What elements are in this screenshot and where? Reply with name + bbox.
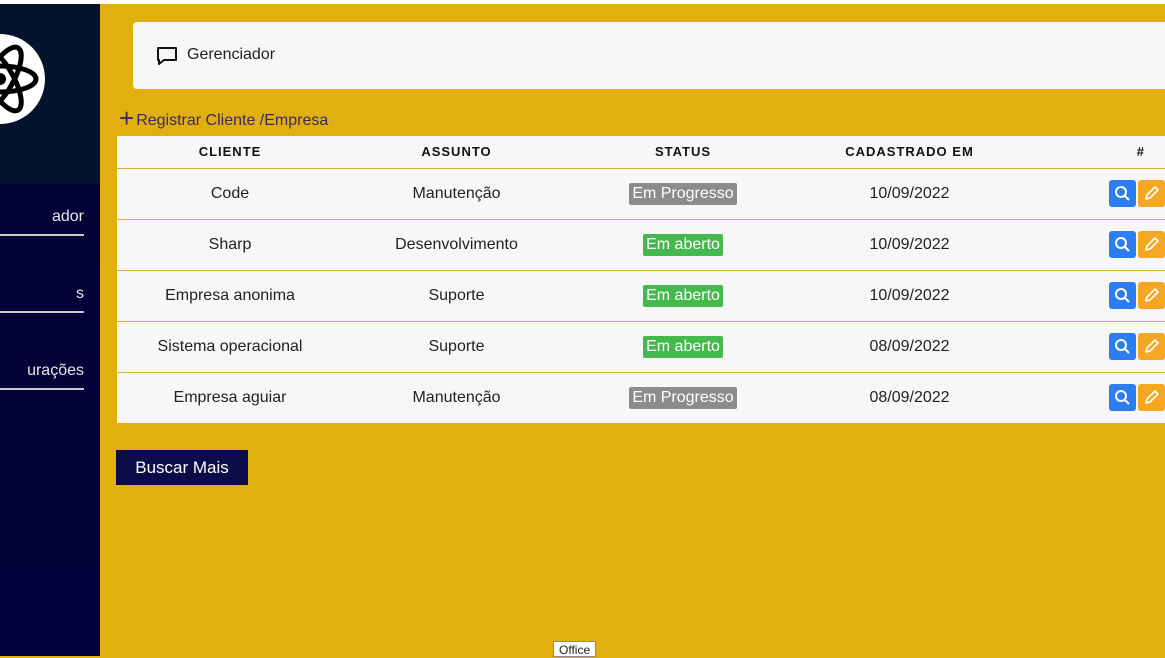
cell-cliente: Empresa anonima: [117, 270, 343, 322]
sidebar-item-label: s: [76, 285, 84, 302]
cell-cliente: Sharp: [117, 219, 343, 271]
column-header-actions: #: [1023, 136, 1165, 169]
pencil-icon: [1145, 390, 1159, 405]
sidebar-item-label: ador: [51, 208, 84, 225]
view-button[interactable]: [1109, 282, 1136, 309]
cell-status: Em aberto: [570, 219, 796, 271]
cell-cliente: Code: [117, 168, 343, 220]
status-badge: Em aberto: [643, 284, 723, 307]
sidebar: ador s urações: [0, 4, 100, 656]
column-header-cadastrado: CADASTRADO EM: [796, 136, 1023, 169]
cell-actions: [1023, 270, 1165, 322]
cell-status: Em Progresso: [570, 372, 796, 423]
search-icon: [1115, 390, 1130, 405]
table-row: Sistema operacional Suporte Em aberto 08/09…: [117, 321, 1165, 373]
tooltip: Office: [553, 641, 597, 657]
cell-assunto: Desenvolvimento: [343, 219, 570, 271]
register-client-link[interactable]: + Registrar Cliente /Empresa: [119, 105, 329, 131]
pencil-icon: [1145, 237, 1159, 251]
cell-status: Em aberto: [570, 270, 796, 322]
pencil-icon: [1145, 339, 1159, 353]
view-button[interactable]: [1109, 384, 1136, 412]
cell-cadastrado: 08/09/2022: [796, 321, 1023, 373]
cell-actions: [1023, 372, 1165, 423]
search-icon: [1115, 186, 1130, 201]
status-badge: Em Progresso: [629, 386, 737, 409]
cell-cadastrado: 10/09/2022: [796, 219, 1023, 271]
status-badge: Em aberto: [643, 335, 723, 358]
table-row: Sharp Desenvolvimento Em aberto 10/09/2022: [117, 219, 1165, 271]
load-more-button[interactable]: Buscar Mais: [116, 450, 248, 485]
cell-cadastrado: 10/09/2022: [796, 270, 1023, 322]
page-title: Gerenciador: [187, 46, 276, 63]
page-header: Gerenciador: [133, 22, 1165, 89]
edit-button[interactable]: [1138, 231, 1165, 258]
cell-assunto: Manutenção: [412, 388, 501, 406]
cell-actions: [1023, 168, 1165, 220]
table-row: Empresa anonima Suporte Em aberto 10/09/202…: [117, 270, 1165, 322]
chat-bubble-icon: [155, 44, 179, 73]
search-icon: [1115, 237, 1130, 252]
search-icon: [1115, 339, 1130, 354]
column-header-assunto: ASSUNTO: [343, 136, 570, 169]
cell-actions: [1023, 321, 1165, 373]
column-header-status: STATUS: [570, 136, 796, 169]
pencil-icon: [1145, 288, 1159, 302]
register-label: Registrar Cliente /Empresa: [136, 112, 329, 129]
cell-assunto: Manutenção: [343, 168, 570, 220]
cell-status: Em Progresso: [570, 168, 796, 220]
cell-status: Em aberto: [570, 321, 796, 373]
view-button[interactable]: [1109, 180, 1136, 207]
cell-cliente: Sistema operacional: [117, 321, 343, 373]
view-button[interactable]: [1109, 333, 1136, 360]
sidebar-item-second[interactable]: s: [0, 279, 84, 313]
sidebar-item-label: urações: [27, 362, 84, 379]
cell-actions: [1023, 219, 1165, 271]
edit-button[interactable]: [1138, 384, 1165, 412]
cell-assunto: Suporte: [343, 270, 570, 322]
cell-cliente: Empresa aguiar: [173, 388, 287, 406]
pencil-icon: [1145, 186, 1159, 200]
top-border: [0, 0, 1165, 4]
sidebar-item-configuracoes[interactable]: urações: [0, 356, 84, 390]
cell-cadastrado: 08/09/2022: [869, 388, 950, 406]
table-header-row: CLIENTE ASSUNTO STATUS CADASTRADO EM #: [117, 136, 1165, 169]
table-row: Empresa aguiar Manutenção Em Progresso 08/0…: [117, 372, 1165, 423]
sidebar-item-gerenciador[interactable]: ador: [0, 202, 84, 236]
status-badge: Em aberto: [643, 233, 723, 256]
table-row: Code Manutenção Em Progresso 10/09/2022: [117, 168, 1165, 220]
plus-icon: +: [119, 103, 135, 133]
clients-table: CLIENTE ASSUNTO STATUS CADASTRADO EM # C…: [117, 136, 1165, 423]
atom-icon[interactable]: [0, 34, 45, 124]
edit-button[interactable]: [1138, 282, 1165, 309]
column-header-cliente: CLIENTE: [117, 136, 343, 169]
edit-button[interactable]: [1138, 180, 1165, 207]
cell-assunto: Suporte: [343, 321, 570, 373]
status-badge: Em Progresso: [629, 182, 737, 205]
view-button[interactable]: [1109, 231, 1136, 258]
cell-cadastrado: 10/09/2022: [796, 168, 1023, 220]
search-icon: [1115, 288, 1130, 303]
edit-button[interactable]: [1138, 333, 1165, 360]
